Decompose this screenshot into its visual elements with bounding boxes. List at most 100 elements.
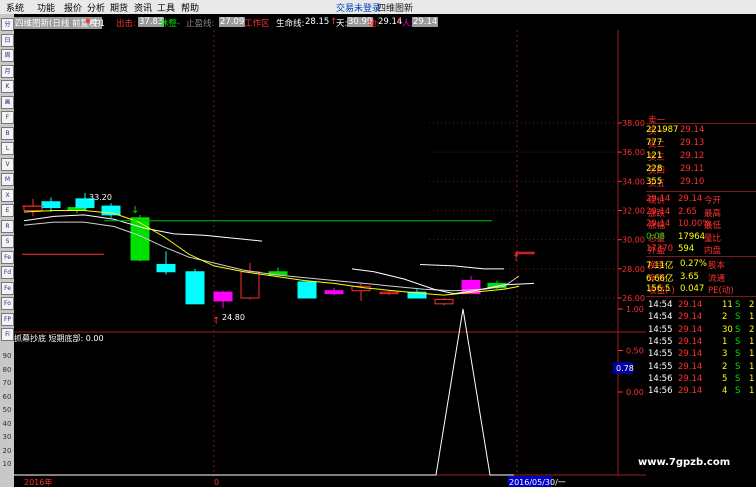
toolbar-button-0[interactable]: 分 bbox=[1, 18, 14, 31]
indicator-name: 牛1 bbox=[91, 19, 105, 29]
tick-price: 29.14 bbox=[678, 361, 703, 372]
tick-row: 14:55 29.14 2 S 1 bbox=[646, 362, 756, 374]
toolbar-button-3[interactable]: 月 bbox=[1, 64, 14, 78]
menu-news[interactable]: 资讯 bbox=[134, 1, 152, 14]
candle-body bbox=[213, 291, 233, 302]
toolbar-button-13[interactable]: R bbox=[1, 219, 14, 233]
price-tick: 34.00 bbox=[622, 177, 645, 186]
left-toolbar: 分日周月 K 画 F B L V M X E R S Fe Fd Fe Fo FP Fi 90 80 70 60 50 40 3… bbox=[0, 14, 14, 487]
bid-row: 买三 29.12 121 bbox=[646, 151, 756, 163]
toolbar-button-11[interactable]: X bbox=[1, 188, 14, 202]
date-axis-current: 2016/05/30/一 bbox=[509, 478, 566, 487]
tick-price: 29.14 bbox=[678, 349, 703, 360]
toolbar-scale-number: 70 bbox=[2, 379, 12, 387]
quote-panel: 卖一 买一 29.14 221987 买二 29.13 777 买三 29.12 121 买四 29… bbox=[646, 106, 756, 487]
toolbar-scale-number: 20 bbox=[2, 446, 12, 455]
fin-value-2: 6.66亿 bbox=[646, 273, 674, 284]
toolbar-button-19[interactable]: FP bbox=[1, 312, 14, 326]
toolbar-button-2[interactable]: 周 bbox=[1, 49, 14, 62]
date-axis-mid: 0 bbox=[214, 478, 219, 487]
down-arrow-icon: ↓ bbox=[131, 205, 139, 216]
tick-row: 14:55 29.14 3 S 1 bbox=[646, 349, 756, 361]
date-axis-left: 2016年 bbox=[24, 477, 52, 487]
up-arrow-icon: ↑ bbox=[212, 316, 220, 327]
tick-volume: 2 bbox=[722, 312, 728, 323]
tick-side: S bbox=[735, 373, 741, 384]
stat-label-2: 今开 bbox=[704, 196, 722, 206]
tick-time: 14:56 bbox=[648, 373, 673, 384]
stop-value: 27.09 bbox=[219, 17, 246, 27]
menu-system[interactable]: 系统 bbox=[6, 1, 24, 14]
sell-label: 出击: bbox=[116, 19, 136, 29]
fin-value: 3.65 bbox=[680, 271, 699, 282]
toolbar-button-20[interactable]: Fi bbox=[1, 328, 14, 341]
tick-side: S bbox=[735, 349, 741, 360]
fin-value-2: 156.5 bbox=[646, 284, 671, 294]
bid-volume: 777 bbox=[646, 138, 663, 148]
candle-body bbox=[156, 263, 176, 273]
chart-grid bbox=[14, 30, 646, 476]
toolbar-button-10[interactable]: M bbox=[1, 173, 14, 186]
menu-function[interactable]: 功能 bbox=[37, 1, 55, 14]
stat-value-2: 29.14 bbox=[646, 219, 671, 229]
price-tick: 32.00 bbox=[622, 207, 645, 216]
toolbar-button-1[interactable]: 日 bbox=[1, 33, 14, 47]
kline-chart[interactable]: ↓ ↑ ↑ 33.20 24.80 抓幕抄底 短期底部: 0.00 38.00 36.… bbox=[14, 30, 646, 487]
menu-analysis[interactable]: 分析 bbox=[87, 1, 105, 14]
price-tick: 26.00 bbox=[622, 294, 645, 303]
stat-label-2: 最低 bbox=[704, 221, 722, 231]
app-stock-name: 四维图新 bbox=[377, 4, 414, 14]
menu-tools[interactable]: 工具 bbox=[157, 1, 175, 14]
indicator-info-bar: 四维图新(日线 前复权) ♦ 牛1 出击: 37.83 休整- 止盈线: 27.… bbox=[14, 14, 439, 30]
tick-count: 2 bbox=[749, 300, 755, 310]
menu-futures[interactable]: 期货 bbox=[110, 1, 128, 14]
fin-label-2: 流通 bbox=[708, 273, 726, 284]
day-label: 天: bbox=[336, 19, 348, 29]
tick-count: 2 bbox=[749, 324, 755, 335]
candle-body bbox=[434, 298, 454, 305]
stat-label-2: 内盘 bbox=[704, 246, 722, 256]
toolbar-scale-number: 90 bbox=[2, 352, 12, 360]
toolbar-button-4[interactable]: K bbox=[1, 80, 14, 93]
toolbar-button-17[interactable]: Fe bbox=[1, 281, 14, 295]
toolbar-button-8[interactable]: L bbox=[1, 142, 14, 155]
stat-value-2: 29.14 bbox=[646, 206, 671, 217]
toolbar-button-7[interactable]: B bbox=[1, 126, 14, 140]
toolbar-button-12[interactable]: E bbox=[1, 204, 14, 217]
tick-time: 14:55 bbox=[648, 336, 673, 347]
candle-body bbox=[324, 290, 344, 295]
ren-value: 29.14 bbox=[412, 17, 439, 27]
bid-volume: 221987 bbox=[646, 125, 679, 135]
bid-price: 29.14 bbox=[680, 125, 705, 135]
tick-side: S bbox=[735, 300, 741, 310]
toolbar-button-16[interactable]: Fd bbox=[1, 266, 14, 279]
tick-volume: 30 bbox=[722, 324, 733, 335]
tick-time: 14:55 bbox=[648, 324, 673, 335]
stat-value-2: 29.14 bbox=[646, 194, 671, 204]
toolbar-scale-number: 40 bbox=[2, 419, 12, 428]
toolbar-button-14[interactable]: S bbox=[1, 235, 14, 248]
trade-login-status[interactable]: 交易未登录 bbox=[336, 1, 381, 14]
toolbar-button-5[interactable]: 画 bbox=[1, 95, 14, 109]
tick-row: 14:55 29.14 1 S 1 bbox=[646, 337, 756, 349]
toolbar-button-9[interactable]: V bbox=[1, 157, 14, 171]
toolbar-button-6[interactable]: F bbox=[1, 111, 14, 124]
up-arrow-icon: ↑ bbox=[512, 253, 520, 264]
tick-volume: 1 bbox=[722, 336, 728, 347]
tick-price: 29.14 bbox=[678, 300, 703, 310]
menu-help[interactable]: 帮助 bbox=[181, 1, 199, 14]
tick-time: 14:54 bbox=[648, 312, 673, 323]
life-value: 28.15 bbox=[305, 17, 330, 27]
menu-quote[interactable]: 报价 bbox=[64, 1, 82, 14]
fin-label-2: PE(动) bbox=[708, 286, 734, 296]
toolbar-button-15[interactable]: Fe bbox=[1, 250, 14, 264]
fin-label-2: 股本 bbox=[708, 261, 726, 271]
tick-time: 14:55 bbox=[648, 361, 673, 372]
stat-value-2: 17370 bbox=[646, 244, 674, 254]
toolbar-scale-number: 80 bbox=[2, 365, 12, 374]
stat-value: 29.14 bbox=[678, 194, 703, 204]
tick-row: 14:56 29.14 5 S 1 bbox=[646, 374, 756, 386]
toolbar-button-18[interactable]: Fo bbox=[1, 297, 14, 310]
toolbar-scale-number: 30 bbox=[2, 433, 12, 441]
sub-tick: 0.50 bbox=[626, 347, 644, 356]
